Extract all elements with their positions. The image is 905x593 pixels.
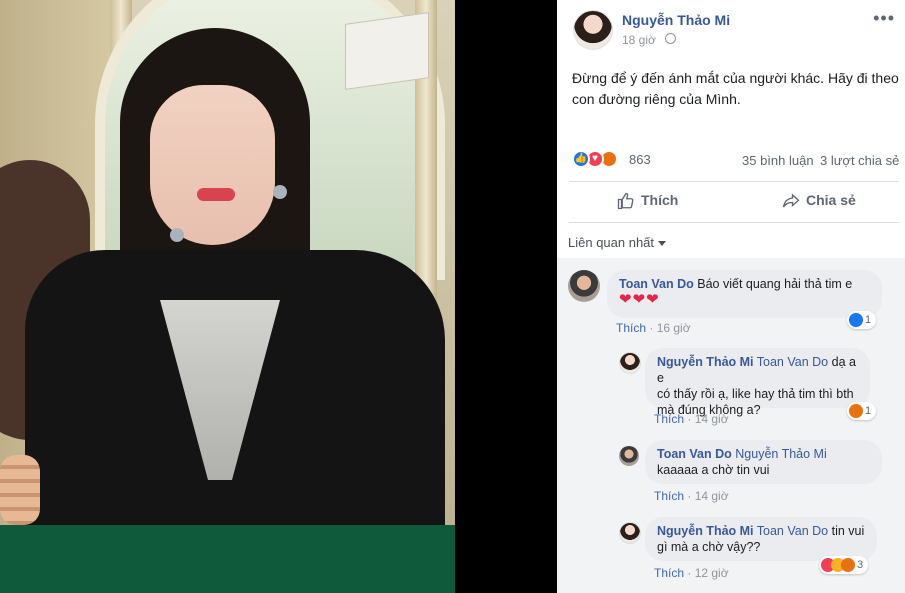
reply-reactions[interactable]: 3	[819, 556, 869, 574]
divider	[569, 181, 899, 182]
comment-text: Báo viết quang hải thả tim e	[697, 277, 853, 291]
reply-text: có thấy rồi ạ, like hay thả tim thì bth	[657, 387, 854, 401]
avatar[interactable]	[619, 352, 641, 374]
reply-like-link[interactable]: Thích	[654, 412, 684, 426]
post-panel: Nguyễn Thảo Mi 18 giờ ••• Đừng để ý đến …	[557, 0, 905, 593]
mention-link[interactable]: Toan Van Do	[757, 524, 828, 538]
thumbs-up-icon	[617, 193, 634, 210]
avatar[interactable]	[619, 446, 639, 466]
green-table	[0, 525, 455, 593]
comment-meta: Thích · 16 giờ	[616, 321, 691, 335]
reaction-count[interactable]: 863	[629, 152, 651, 167]
divider	[569, 222, 899, 223]
angry-reaction-icon	[841, 558, 855, 573]
wall-speaker	[345, 12, 429, 90]
reply-time[interactable]: 12 giờ	[695, 566, 729, 580]
avatar[interactable]	[573, 10, 613, 50]
share-arrow-icon	[782, 193, 800, 208]
globe-icon	[665, 33, 676, 44]
comment-bubble: Toan Van Do Báo viết quang hải thả tim e…	[607, 270, 882, 318]
reaction-count: 1	[865, 314, 872, 326]
post-text: Đừng để ý đến ánh mắt của người khác. Hã…	[572, 70, 899, 107]
reply-time[interactable]: 14 giờ	[695, 412, 729, 426]
like-label: Thích	[641, 192, 679, 208]
heart-emojis: ❤❤❤	[619, 291, 660, 308]
reply-bubble: Nguyễn Thảo Mi Toan Van Do tin vui gì mà…	[645, 517, 877, 561]
post-photo[interactable]	[0, 0, 455, 593]
share-label: Chia sẻ	[806, 192, 856, 208]
like-reaction-icon	[849, 313, 863, 328]
comment-sort-dropdown[interactable]: Liên quan nhất	[568, 235, 667, 250]
share-button[interactable]: Chia sẻ	[782, 192, 856, 210]
caret-down-icon	[658, 241, 667, 247]
woman-face	[150, 85, 275, 245]
comment-like-link[interactable]: Thích	[616, 321, 646, 335]
reply-meta: Thích · 12 giờ	[654, 566, 729, 580]
avatar[interactable]	[568, 270, 600, 302]
bracelet	[0, 455, 40, 525]
poster-name[interactable]: Nguyễn Thảo Mi	[622, 12, 730, 28]
reply-meta: Thích · 14 giờ	[654, 412, 729, 426]
angry-reaction-icon	[849, 404, 863, 419]
comments-count[interactable]: 35 bình luận	[742, 153, 814, 168]
post-time[interactable]: 18 giờ	[622, 33, 656, 47]
more-options-icon[interactable]: •••	[873, 8, 895, 29]
reply-bubble: Nguyễn Thảo Mi Toan Van Do dạ a e có thấ…	[645, 348, 870, 417]
reply-reactions[interactable]: 1	[847, 402, 877, 420]
reply-text: gì mà a chờ vậy??	[657, 540, 761, 554]
avatar[interactable]	[619, 522, 641, 544]
reply-time[interactable]: 14 giờ	[695, 489, 729, 503]
comment-author[interactable]: Toan Van Do	[619, 277, 694, 291]
reply-text: kaaaaa a chờ tin vui	[657, 463, 770, 477]
mention-link[interactable]: Nguyễn Thảo Mi	[735, 447, 827, 461]
reply-text: tin vui	[831, 524, 865, 538]
mention-link[interactable]: Toan Van Do	[757, 355, 828, 369]
comment-reactions[interactable]: 1	[847, 311, 877, 329]
reply-like-link[interactable]: Thích	[654, 566, 684, 580]
earring	[170, 228, 184, 242]
reaction-count: 3	[857, 559, 864, 571]
reply-author[interactable]: Toan Van Do	[657, 447, 732, 461]
comment-time[interactable]: 16 giờ	[657, 321, 691, 335]
earring	[273, 185, 287, 199]
reply-bubble: Toan Van Do Nguyễn Thảo Mi kaaaaa a chờ …	[645, 440, 882, 484]
reply-meta: Thích · 14 giờ	[654, 489, 729, 503]
reply-like-link[interactable]: Thích	[654, 489, 684, 503]
like-button[interactable]: Thích	[617, 192, 678, 210]
shares-count[interactable]: 3 lượt chia sẻ	[820, 153, 899, 168]
reply-author[interactable]: Nguyễn Thảo Mi	[657, 524, 754, 538]
reply-author[interactable]: Nguyễn Thảo Mi	[657, 355, 754, 369]
reaction-count: 1	[865, 405, 872, 417]
red-lips	[197, 188, 235, 201]
sort-label: Liên quan nhất	[568, 235, 655, 250]
like-reaction-icon: 👍	[572, 150, 590, 168]
